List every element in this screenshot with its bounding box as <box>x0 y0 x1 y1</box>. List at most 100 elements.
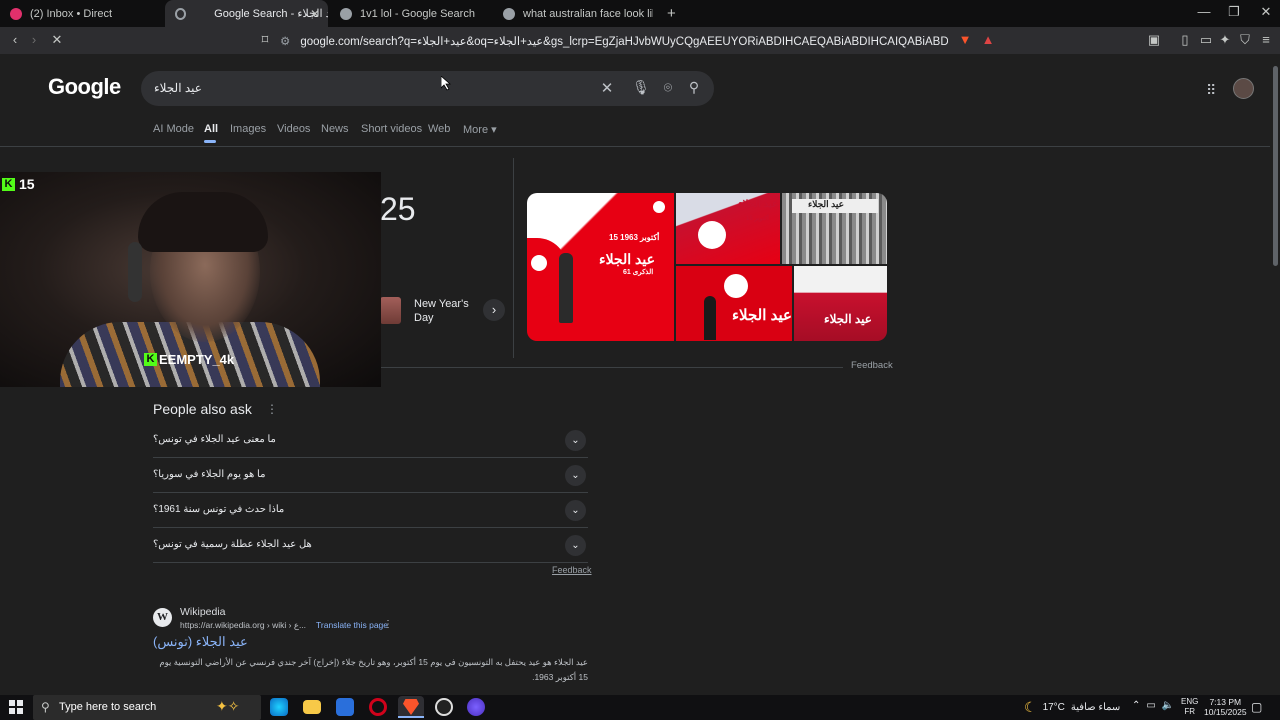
search-input[interactable]: عيد الجلاء <box>154 81 202 95</box>
related-holiday-card[interactable]: New Year's Day <box>380 295 500 339</box>
tab-short-videos[interactable]: Short videos <box>361 123 422 135</box>
leo-ai-icon[interactable]: ✦ <box>1216 32 1234 48</box>
brave-rewards-icon[interactable]: ▲ <box>979 32 997 47</box>
result-site-name[interactable]: Wikipedia <box>180 606 226 618</box>
kick-logo-icon: K <box>144 353 157 366</box>
bookmark-icon[interactable]: ⌑ <box>256 32 274 48</box>
image-caption: عيد الجلاء <box>808 199 844 209</box>
app-icon[interactable] <box>467 698 485 716</box>
network-icon[interactable]: ▭ <box>1146 700 1155 711</box>
question-text: هل عيد الجلاء عطلة رسمية في تونس؟ <box>153 539 312 550</box>
tab-images[interactable]: Images <box>230 123 266 135</box>
tab-all[interactable]: All <box>204 123 218 135</box>
apps-grid-icon[interactable]: ⠿ <box>1206 82 1216 99</box>
search-box[interactable]: عيد الجلاء ✕ 🎙 ⌾ ⚲ <box>141 71 714 106</box>
moon-icon: ☾ <box>1024 699 1037 715</box>
brave-icon <box>403 699 419 715</box>
chevron-down-icon[interactable]: ⌄ <box>565 535 586 556</box>
tab-australian-face[interactable]: what australian face look like - Google <box>493 0 653 27</box>
back-icon[interactable]: ‹ <box>6 32 24 47</box>
clock[interactable]: 7:13 PM 10/15/2025 <box>1204 697 1247 717</box>
search-icon[interactable]: ⚲ <box>685 79 703 96</box>
more-options-icon[interactable]: ⋮ <box>383 619 393 630</box>
tab-1v1-lol[interactable]: 1v1 lol - Google Search <box>330 0 490 27</box>
image-tile[interactable]: عيد الجلاء <box>782 193 887 264</box>
divider <box>381 367 843 368</box>
image-mosaic[interactable]: عيد الجلاء 15 أكتوبر 1963 الذكرى 61 عيد … <box>527 193 887 341</box>
microsoft-store-icon[interactable] <box>336 698 354 716</box>
address-bar[interactable]: ⚙ google.com/search?q=عيد+الجلاء&oq=عيد+… <box>280 30 948 51</box>
brave-shields-icon[interactable]: ▼ <box>956 32 974 47</box>
close-window-icon[interactable]: ✕ <box>1250 4 1280 20</box>
taskbar-search-placeholder: Type here to search <box>59 701 157 713</box>
tab-videos[interactable]: Videos <box>277 123 310 135</box>
avatar[interactable] <box>1233 78 1254 99</box>
obs-icon[interactable] <box>435 698 453 716</box>
chevron-right-icon[interactable]: › <box>483 299 505 321</box>
clear-icon[interactable]: ✕ <box>598 79 616 97</box>
divider <box>513 158 514 358</box>
minimize-icon[interactable]: — <box>1188 4 1220 19</box>
sidebar-icon[interactable]: ▯ <box>1176 32 1194 48</box>
result-url[interactable]: https://ar.wikipedia.org › wiki › ع... <box>180 620 306 631</box>
headphones-shape <box>128 242 142 302</box>
page-scrollbar[interactable] <box>1270 54 1280 695</box>
image-caption: عيد الجلاء <box>599 251 655 267</box>
image-tile[interactable]: عيد الجلاء <box>676 266 792 341</box>
language-indicator[interactable]: ENG FR <box>1181 697 1198 717</box>
google-favicon-icon <box>340 7 352 20</box>
google-logo[interactable]: Google <box>48 74 121 100</box>
tab-web[interactable]: Web <box>428 123 450 135</box>
image-note: الذكرى 61 <box>623 269 654 276</box>
notification-icon[interactable]: ▢ <box>1251 700 1262 714</box>
brave-taskbar-button[interactable] <box>398 696 424 718</box>
image-tile[interactable]: عيد الجلاء 15 أكتوبر <box>676 193 780 264</box>
tab-more[interactable]: More ▾ <box>463 123 497 136</box>
wallet-icon[interactable]: ▭ <box>1197 32 1215 48</box>
media-icon[interactable]: ▣ <box>1145 32 1163 48</box>
chevron-down-icon: ▾ <box>491 124 497 136</box>
tab-news[interactable]: News <box>321 123 349 135</box>
forward-icon[interactable]: › <box>25 32 43 47</box>
lens-icon[interactable]: ⌾ <box>659 79 677 96</box>
feedback-link[interactable]: Feedback <box>851 360 893 371</box>
weather-desc: سماء صافية <box>1070 702 1121 713</box>
volume-icon[interactable]: 🔈 <box>1162 700 1174 711</box>
restore-icon[interactable]: ❐ <box>1218 4 1250 20</box>
result-title-link[interactable]: عيد الجلاء (تونس) <box>153 634 248 650</box>
edge-icon[interactable] <box>270 698 288 716</box>
vpn-icon[interactable]: ⛉ <box>1236 32 1254 48</box>
copilot-sparkle-icon[interactable]: ✦✧ <box>216 698 239 715</box>
chevron-down-icon[interactable]: ⌄ <box>565 465 586 486</box>
start-button[interactable] <box>9 700 23 714</box>
file-explorer-icon[interactable] <box>303 700 321 714</box>
weather-widget[interactable]: ☾ 17°C سماء صافية <box>1024 699 1120 716</box>
translate-link[interactable]: Translate this page <box>316 620 388 631</box>
chevron-down-icon[interactable]: ⌄ <box>565 430 586 451</box>
taskbar-search[interactable]: ⚲ Type here to search ✦✧ <box>33 695 261 720</box>
weather-temp: 17°C <box>1042 702 1065 713</box>
site-info-icon[interactable]: ⚙ <box>280 34 290 48</box>
scrollbar-thumb[interactable] <box>1273 66 1278 266</box>
image-subcaption: 15 أكتوبر <box>746 216 769 222</box>
more-options-icon[interactable]: ⋮ <box>266 402 278 416</box>
close-tab-icon[interactable]: ✕ <box>310 7 320 21</box>
paa-question[interactable]: هل عيد الجلاء عطلة رسمية في تونس؟ ⌄ <box>153 528 588 563</box>
chevron-down-icon[interactable]: ⌄ <box>565 500 586 521</box>
opera-icon[interactable] <box>369 698 387 716</box>
tab-ai-mode[interactable]: AI Mode <box>153 123 194 135</box>
image-tile[interactable]: عيد الجلاء 15 أكتوبر 1963 الذكرى 61 <box>527 193 674 341</box>
feedback-link[interactable]: Feedback <box>552 565 592 575</box>
new-tab-button[interactable]: + <box>657 0 681 27</box>
paa-question[interactable]: ماذا حدث في تونس سنة 1961؟ ⌄ <box>153 493 588 528</box>
image-tile[interactable]: عيد الجلاء <box>794 266 887 341</box>
paa-question[interactable]: ما هو يوم الجلاء في سوريا؟ ⌄ <box>153 458 588 493</box>
paa-question[interactable]: ما معنى عيد الجلاء في تونس؟ ⌄ <box>153 423 588 458</box>
tab-google-search-active[interactable]: Google Search - عيد الجلاء ✕ <box>165 0 328 27</box>
stop-loading-icon[interactable]: ✕ <box>48 32 66 48</box>
menu-icon[interactable]: ≡ <box>1257 32 1275 47</box>
streamer-name-tag: K EEMPTY_4k <box>144 352 234 367</box>
chevron-up-icon[interactable]: ⌃ <box>1132 700 1140 711</box>
tab-instagram[interactable]: (2) Inbox • Direct <box>0 0 165 27</box>
microphone-icon[interactable]: 🎙 <box>632 79 650 96</box>
